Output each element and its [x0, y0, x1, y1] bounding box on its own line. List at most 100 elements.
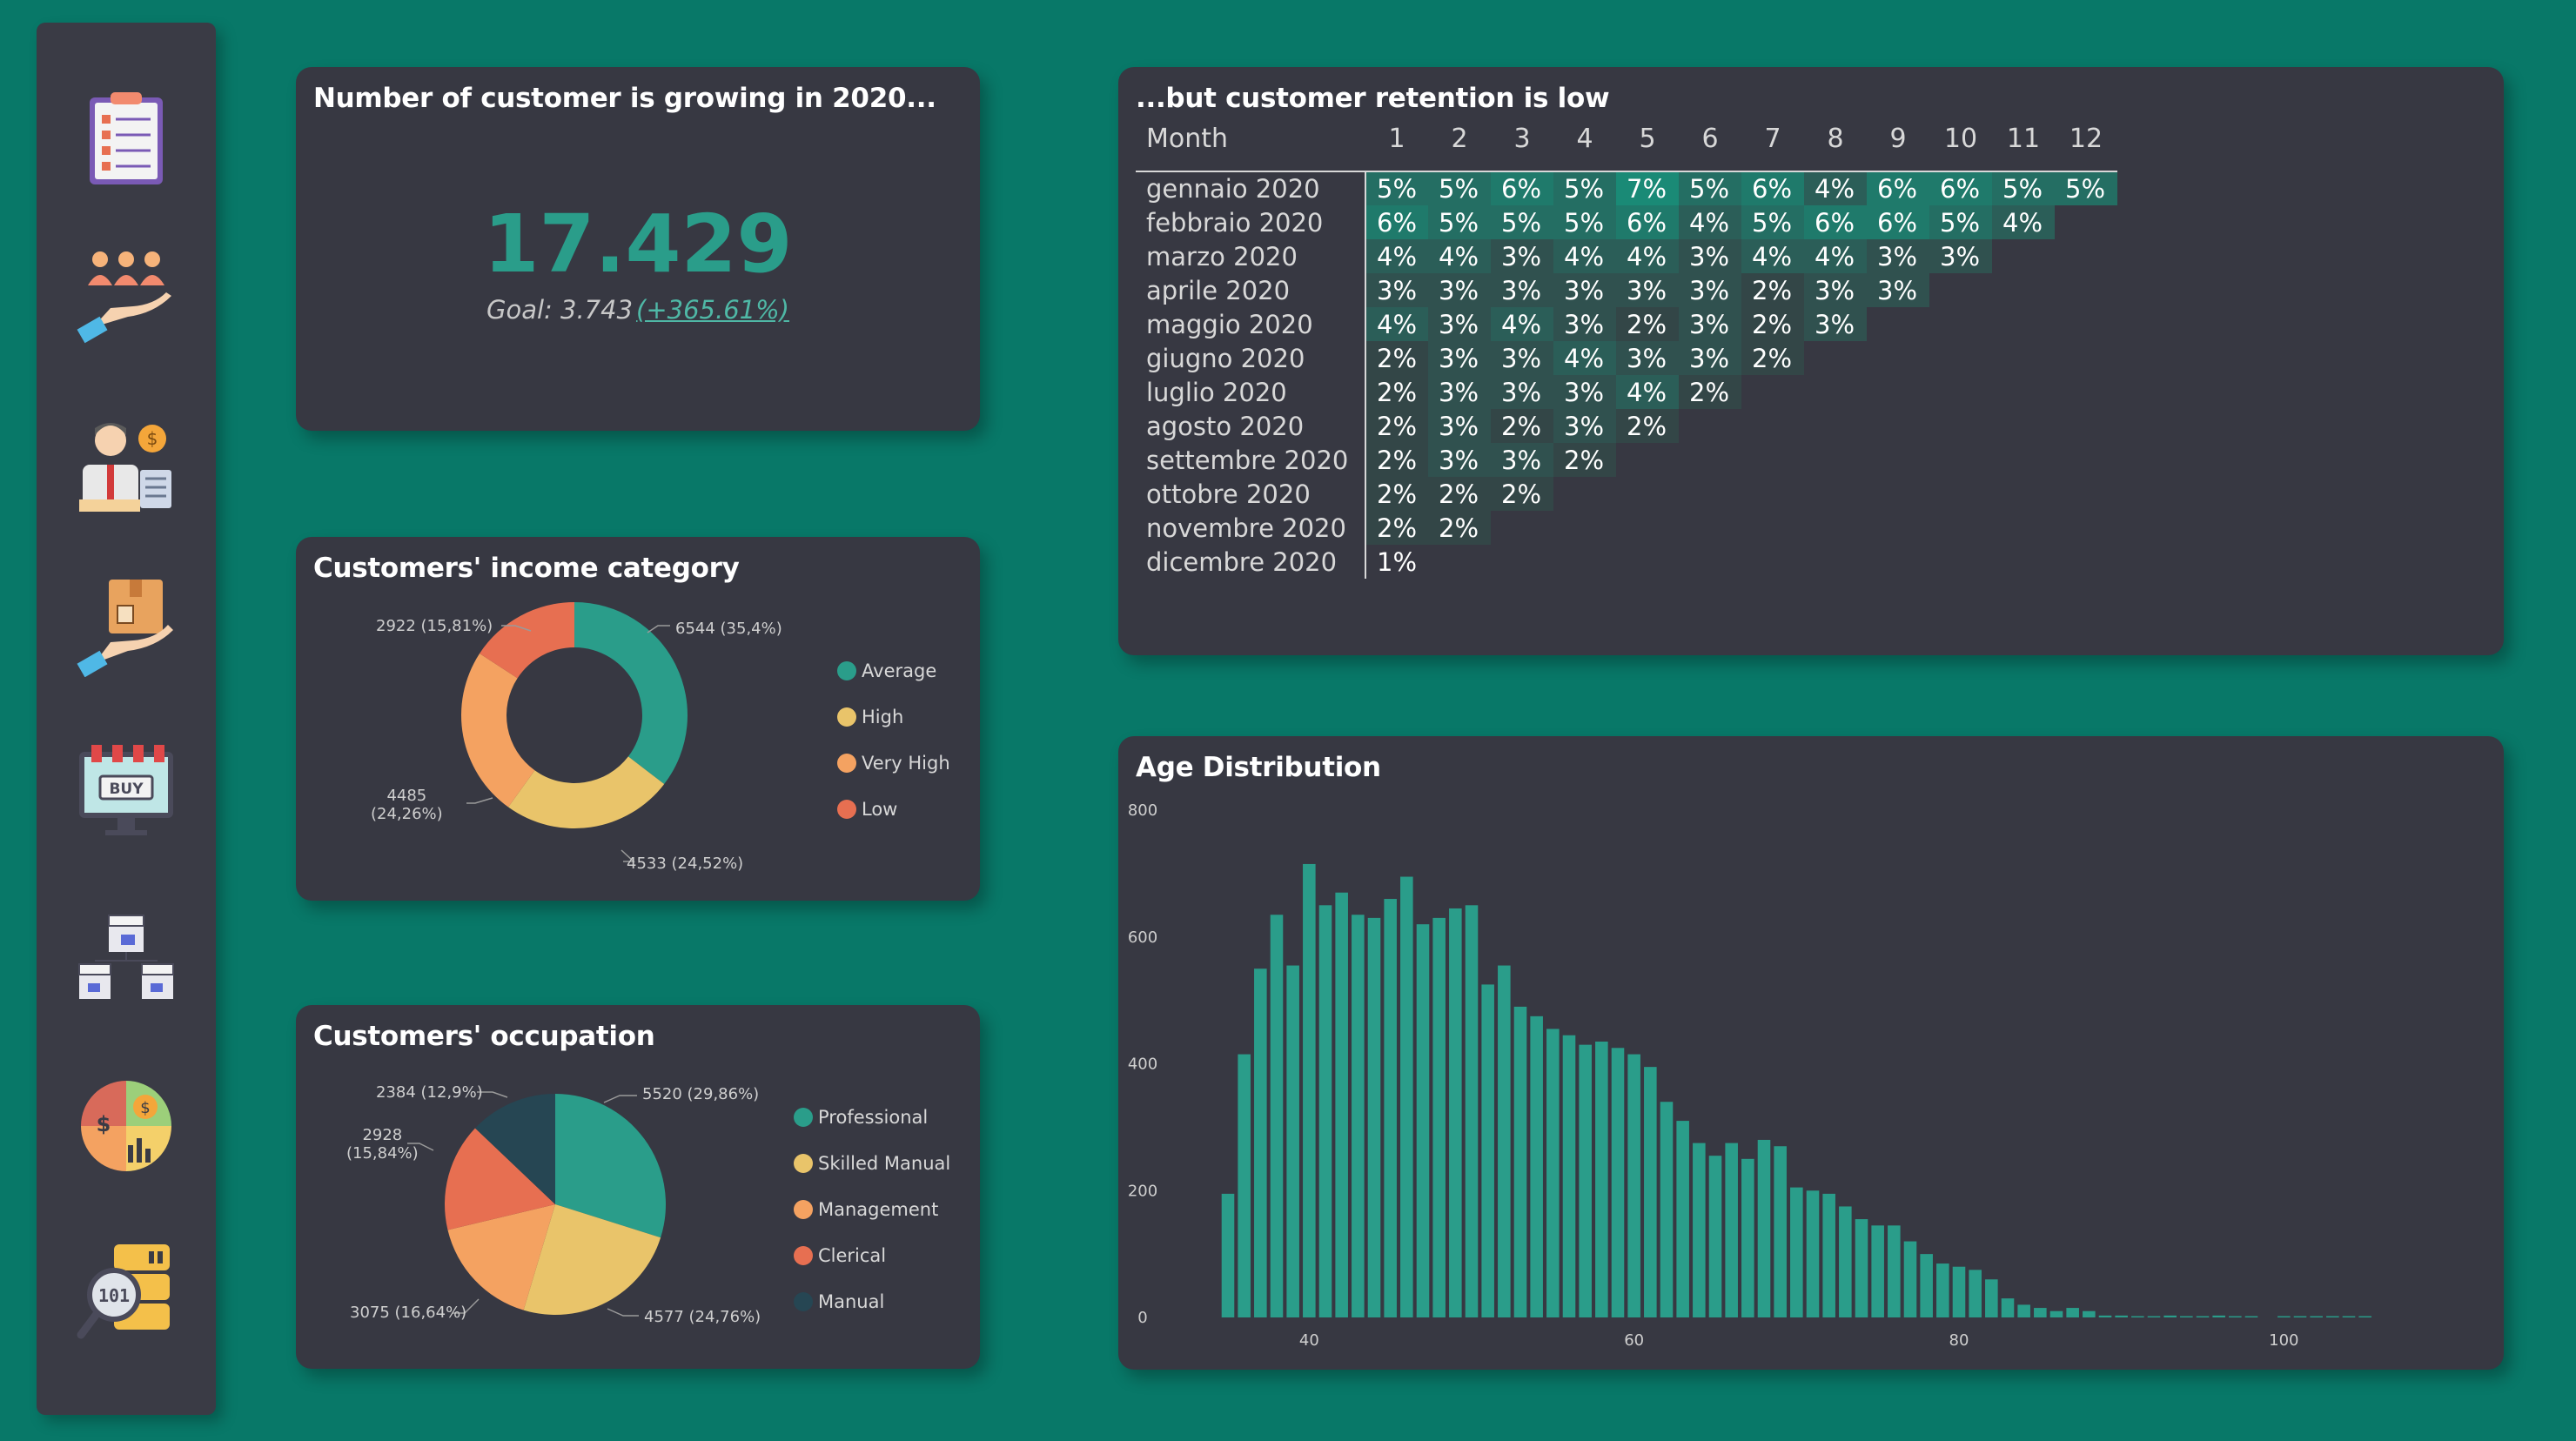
- legend-item-average[interactable]: Average: [837, 647, 950, 694]
- nav-item-online-shop[interactable]: BUY: [76, 741, 177, 842]
- histogram-bar[interactable]: [1888, 1225, 1901, 1317]
- retention-cell-empty: [1867, 307, 1929, 341]
- histogram-bar[interactable]: [1432, 917, 1446, 1317]
- histogram-bar[interactable]: [1530, 1015, 1543, 1317]
- retention-row-label: gennaio 2020: [1136, 171, 1366, 205]
- nav-item-products[interactable]: [76, 576, 177, 677]
- pie-slice-very-high[interactable]: [461, 653, 535, 808]
- nav-item-sales[interactable]: $: [76, 416, 177, 517]
- y-tick-label: 600: [1128, 928, 1157, 947]
- histogram-bar[interactable]: [1839, 1206, 1852, 1317]
- retention-cell-empty: [1741, 477, 1804, 511]
- legend-item-manual[interactable]: Manual: [794, 1278, 950, 1324]
- histogram-bar[interactable]: [1318, 905, 1332, 1317]
- histogram-bar[interactable]: [1384, 899, 1397, 1317]
- retention-cell: 6%: [1867, 205, 1929, 239]
- histogram-bar[interactable]: [1741, 1158, 1754, 1317]
- histogram-bar[interactable]: [1498, 965, 1511, 1317]
- histogram-bar[interactable]: [1676, 1121, 1689, 1317]
- legend-item-high[interactable]: High: [837, 694, 950, 740]
- retention-cell: 2%: [1365, 409, 1428, 443]
- retention-col-header: 9: [1889, 123, 1907, 154]
- histogram-bar[interactable]: [1936, 1263, 1949, 1317]
- histogram-bar[interactable]: [1644, 1067, 1657, 1317]
- histogram-bar[interactable]: [1725, 1143, 1738, 1317]
- retention-row: maggio 2020 4% 3% 4% 3% 2% 3% 2% 3%: [1136, 307, 2117, 341]
- histogram-bar[interactable]: [1774, 1146, 1787, 1317]
- legend-item-management[interactable]: Management: [794, 1186, 950, 1232]
- histogram-bar[interactable]: [1286, 965, 1299, 1317]
- histogram-bar[interactable]: [2083, 1310, 2096, 1317]
- histogram-bar[interactable]: [1513, 1006, 1527, 1317]
- nav-item-data[interactable]: 101: [76, 1241, 177, 1342]
- histogram-bar[interactable]: [1254, 968, 1267, 1317]
- histogram-bar[interactable]: [2034, 1308, 2047, 1317]
- histogram-bar[interactable]: [2017, 1304, 2030, 1317]
- retention-col-header: 4: [1576, 123, 1593, 154]
- histogram-bar[interactable]: [1400, 876, 1413, 1317]
- retention-matrix: Month 1 2 3 4 5 6 7 8 9 10 11 12 gennaio 2020 5% 5% 6%…: [1136, 117, 2117, 579]
- histogram-bar[interactable]: [1303, 863, 1316, 1317]
- histogram-bar[interactable]: [1367, 917, 1381, 1317]
- legend-item-professional[interactable]: Professional: [794, 1094, 950, 1140]
- pie-slice-high[interactable]: [508, 756, 665, 828]
- histogram-bar[interactable]: [2163, 1315, 2177, 1317]
- retention-cell-empty: [1616, 511, 1679, 545]
- legend-item-low[interactable]: Low: [837, 786, 950, 832]
- nav-item-finance[interactable]: $ $: [76, 1076, 177, 1176]
- histogram-bar[interactable]: [1790, 1187, 1803, 1317]
- occupation-card: Customers' occupation 5520 (29,86%) 4577…: [296, 1005, 980, 1369]
- legend-item-clerical[interactable]: Clerical: [794, 1232, 950, 1278]
- retention-cell: 4%: [1741, 239, 1804, 273]
- histogram-bar[interactable]: [1855, 1219, 1868, 1317]
- retention-cell: 3%: [1679, 273, 1741, 307]
- histogram-bar[interactable]: [1579, 1044, 1592, 1317]
- histogram-bar[interactable]: [1562, 1035, 1576, 1317]
- histogram-bar[interactable]: [1708, 1156, 1722, 1317]
- retention-cell: 2%: [1616, 307, 1679, 341]
- nav-item-customers[interactable]: [76, 247, 177, 348]
- histogram-bar[interactable]: [1352, 915, 1365, 1317]
- histogram-bar[interactable]: [1660, 1102, 1674, 1317]
- histogram-bar[interactable]: [2049, 1310, 2063, 1317]
- histogram-bar[interactable]: [2115, 1315, 2128, 1317]
- histogram-bar[interactable]: [2212, 1315, 2225, 1317]
- histogram-bar[interactable]: [2001, 1298, 2015, 1317]
- retention-row-label: aprile 2020: [1136, 273, 1366, 307]
- histogram-bar[interactable]: [1952, 1266, 1966, 1317]
- pie-slice-average[interactable]: [574, 602, 688, 785]
- histogram-bar[interactable]: [1693, 1143, 1706, 1317]
- retention-col-header: 1: [1388, 123, 1405, 154]
- retention-cell: 3%: [1428, 375, 1491, 409]
- retention-cell-empty: [1867, 341, 1929, 375]
- retention-cell-empty: [1679, 443, 1741, 477]
- histogram-bar[interactable]: [1985, 1279, 1998, 1317]
- histogram-bar[interactable]: [1335, 892, 1348, 1317]
- histogram-bar[interactable]: [1757, 1139, 1771, 1317]
- histogram-bar[interactable]: [1546, 1029, 1560, 1317]
- histogram-bar[interactable]: [1903, 1241, 1917, 1317]
- legend-item-very-high[interactable]: Very High: [837, 740, 950, 786]
- histogram-bar[interactable]: [1238, 1054, 1251, 1317]
- nav-item-report[interactable]: [76, 87, 177, 188]
- histogram-bar[interactable]: [2066, 1308, 2079, 1317]
- histogram-bar[interactable]: [1611, 1048, 1625, 1317]
- histogram-bar[interactable]: [1481, 984, 1494, 1317]
- histogram-bar[interactable]: [1806, 1190, 1820, 1317]
- histogram-bar[interactable]: [1920, 1254, 1933, 1317]
- histogram-bar[interactable]: [1465, 905, 1479, 1317]
- retention-cell-empty: [1741, 375, 1804, 409]
- histogram-bar[interactable]: [1416, 924, 1430, 1317]
- histogram-bar[interactable]: [2098, 1315, 2112, 1317]
- histogram-bar[interactable]: [1822, 1193, 1835, 1317]
- nav-item-stores[interactable]: [76, 912, 177, 1013]
- retention-cell: 3%: [1491, 443, 1553, 477]
- histogram-bar[interactable]: [1871, 1225, 1884, 1317]
- histogram-bar[interactable]: [1270, 915, 1284, 1317]
- histogram-bar[interactable]: [1221, 1193, 1235, 1317]
- histogram-bar[interactable]: [1449, 908, 1462, 1317]
- histogram-bar[interactable]: [1595, 1041, 1608, 1317]
- histogram-bar[interactable]: [1969, 1270, 1982, 1317]
- legend-item-skilled-manual[interactable]: Skilled Manual: [794, 1140, 950, 1186]
- histogram-bar[interactable]: [1627, 1054, 1640, 1317]
